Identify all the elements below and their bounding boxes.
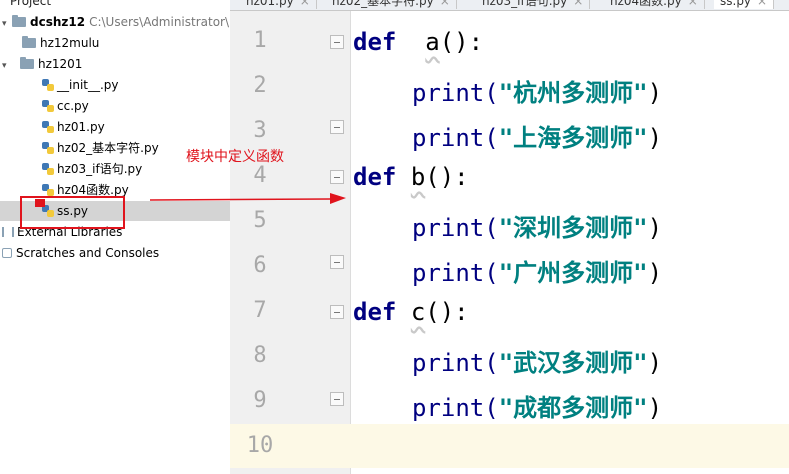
annotation-arrow [149, 193, 346, 204]
